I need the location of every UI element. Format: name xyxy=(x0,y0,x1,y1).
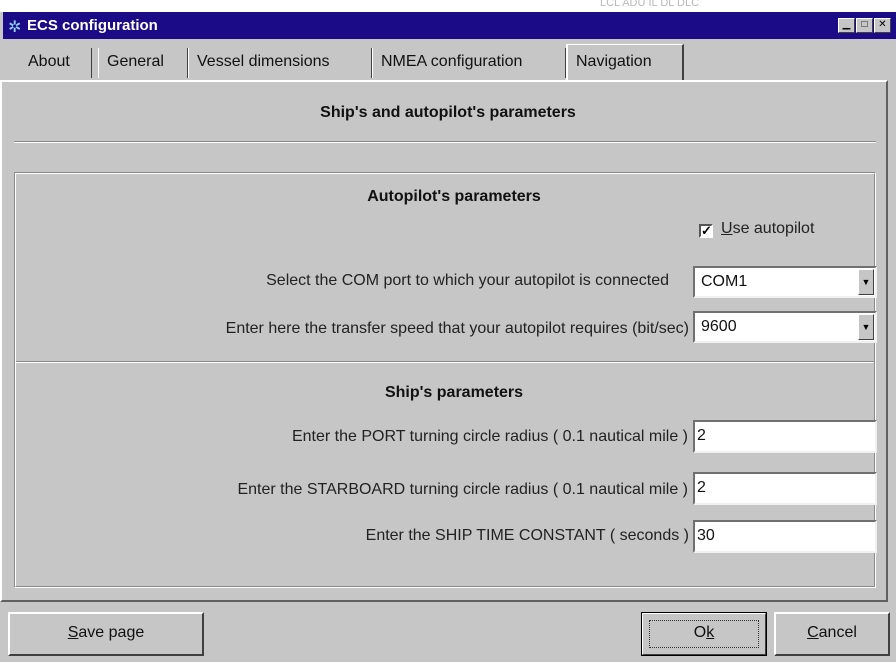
use-autopilot-text: se autopilot xyxy=(732,220,815,237)
com-port-value: COM1 xyxy=(701,273,748,290)
tab-label: General xyxy=(107,53,164,70)
transfer-speed-value: 9600 xyxy=(701,318,737,335)
background-ghost-text: LCL ADU IL DL DLC xyxy=(600,0,700,9)
time-constant-value: 30 xyxy=(697,527,715,544)
save-page-button[interactable]: Save page xyxy=(8,612,204,656)
tab-vessel-dimensions[interactable]: Vessel dimensions xyxy=(188,48,372,78)
save-label: ave page xyxy=(78,624,145,641)
cancel-accelerator: C xyxy=(807,624,819,641)
transfer-speed-label: Enter here the transfer speed that your … xyxy=(225,320,689,337)
tab-label: NMEA configuration xyxy=(381,53,523,70)
ok-button[interactable]: Ok xyxy=(641,612,767,656)
check-mark-icon: ✓ xyxy=(701,223,712,238)
cancel-button[interactable]: Cancel xyxy=(774,612,890,656)
heading-divider xyxy=(14,141,876,143)
tab-nmea-configuration[interactable]: NMEA configuration xyxy=(372,48,566,78)
tab-general[interactable]: General xyxy=(98,48,188,78)
com-port-label: Select the COM port to which your autopi… xyxy=(266,272,669,289)
tab-label: About xyxy=(28,53,70,70)
use-autopilot-checkbox[interactable]: ✓ xyxy=(699,224,713,238)
starboard-radius-label: Enter the STARBOARD turning circle radiu… xyxy=(237,481,688,498)
use-autopilot-label[interactable]: Use autopilot xyxy=(721,220,814,238)
maximize-icon[interactable]: □ xyxy=(856,18,873,33)
tab-label: Vessel dimensions xyxy=(197,53,330,70)
group-divider xyxy=(16,361,874,363)
window-title: ECS configuration xyxy=(27,17,158,34)
starboard-radius-value: 2 xyxy=(697,479,706,496)
port-radius-label: Enter the PORT turning circle radius ( 0… xyxy=(291,428,688,445)
background-strip: LCL ADU IL DL DLC xyxy=(0,0,896,12)
tab-label: Navigation xyxy=(576,53,652,70)
dropdown-arrow-icon[interactable]: ▼ xyxy=(858,314,874,340)
tab-about[interactable]: About xyxy=(20,48,92,78)
page-heading: Ship's and autopilot's parameters xyxy=(320,104,576,121)
cancel-label: ancel xyxy=(818,624,857,641)
com-port-select[interactable]: COM1 ▼ xyxy=(693,266,877,298)
transfer-speed-select[interactable]: 9600 ▼ xyxy=(693,311,877,343)
focus-rectangle xyxy=(649,620,759,648)
time-constant-input[interactable]: 30 xyxy=(693,520,877,553)
close-icon[interactable]: ✕ xyxy=(874,18,891,33)
starboard-radius-input[interactable]: 2 xyxy=(693,472,877,505)
ship-app-icon[interactable]: ✲ xyxy=(8,17,21,37)
autopilot-heading: Autopilot's parameters xyxy=(367,188,541,205)
dropdown-arrow-icon[interactable]: ▼ xyxy=(858,269,874,295)
use-autopilot-accelerator: U xyxy=(721,220,733,237)
minimize-icon[interactable]: ▁ xyxy=(838,18,855,33)
save-accelerator: S xyxy=(67,624,79,641)
time-constant-label: Enter the SHIP TIME CONSTANT ( seconds ) xyxy=(365,527,689,544)
port-radius-input[interactable]: 2 xyxy=(693,420,877,453)
title-bar[interactable]: ✲ ECS configuration ▁ □ ✕ xyxy=(3,12,896,39)
tab-navigation[interactable]: Navigation xyxy=(566,44,684,80)
ship-heading: Ship's parameters xyxy=(384,384,524,401)
ecs-configuration-window: LCL ADU IL DL DLC ✲ ECS configuration ▁ … xyxy=(0,0,896,662)
port-radius-value: 2 xyxy=(697,427,706,444)
